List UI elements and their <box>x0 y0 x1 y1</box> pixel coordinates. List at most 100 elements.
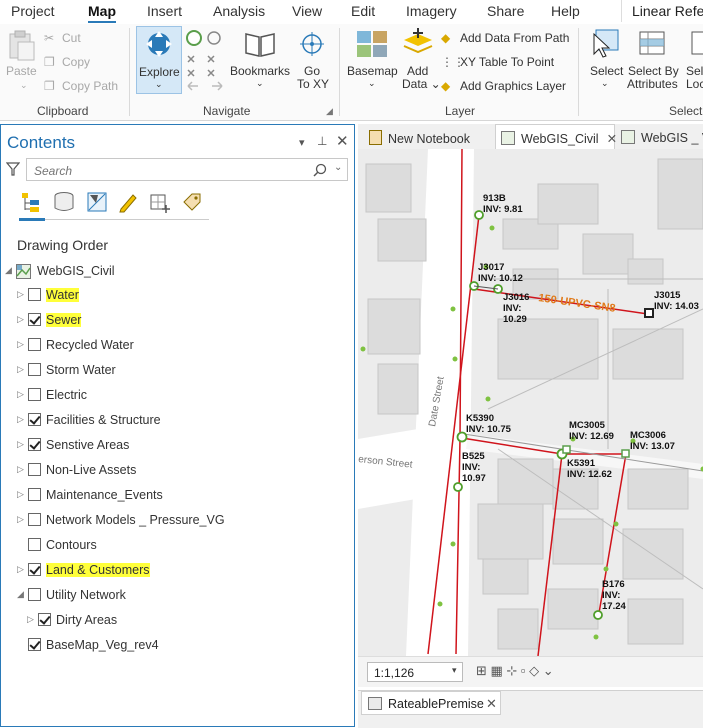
layer-row-sewer[interactable]: ▷Sewer <box>1 310 351 332</box>
layer-visibility-checkbox[interactable] <box>28 388 41 401</box>
menu-edit[interactable]: Edit <box>351 3 375 19</box>
go-to-xy-line1[interactable]: Go <box>304 64 320 78</box>
layer-visibility-checkbox[interactable] <box>28 313 41 326</box>
add-data-from-path-button[interactable]: Add Data From Path <box>460 31 569 45</box>
layer-visibility-checkbox[interactable] <box>28 438 41 451</box>
layer-row-electric[interactable]: ▷Electric <box>1 385 351 407</box>
zoom-tools-icons[interactable] <box>184 28 226 94</box>
expand-arrow-icon[interactable]: ▷ <box>17 489 24 500</box>
manhole-b176[interactable] <box>594 611 602 619</box>
map-canvas[interactable]: Date Street erson Street 150-UPVC-SN8 91… <box>358 149 703 656</box>
copy-path-button[interactable]: Copy Path <box>62 79 118 93</box>
search-input[interactable] <box>32 162 306 179</box>
menu-project[interactable]: Project <box>11 3 55 19</box>
pin-icon[interactable]: ⊥ <box>317 134 327 148</box>
menu-map[interactable]: Map <box>88 3 116 19</box>
xy-table-to-point-button[interactable]: XY Table To Point <box>460 55 554 69</box>
search-dropdown-icon[interactable]: ⌄ <box>334 162 342 173</box>
menu-view[interactable]: View <box>292 3 322 19</box>
expand-arrow-icon[interactable]: ▷ <box>17 389 24 400</box>
collapse-arrow-icon[interactable]: ◢ <box>17 589 24 600</box>
scale-dropdown-icon[interactable]: ▾ <box>452 665 457 676</box>
explore-button[interactable]: Explore ⌄ <box>136 26 182 94</box>
expand-arrow-icon[interactable]: ▷ <box>17 414 24 425</box>
tab-webgis-civil[interactable]: WebGIS_Civil✕ <box>495 124 615 149</box>
expand-arrow-icon[interactable]: ▷ <box>27 614 34 625</box>
select-dropdown-icon[interactable]: ⌄ <box>601 78 609 89</box>
expand-arrow-icon[interactable]: ▷ <box>17 314 24 325</box>
map-status-tools-icons[interactable]: ⊞ ▦ ⊹ ▫ ◇ ⌄ <box>476 663 554 679</box>
paste-button[interactable]: Paste <box>6 64 37 78</box>
select-by-location-line1[interactable]: Sele <box>686 64 703 78</box>
add-data-line1[interactable]: Add <box>407 64 428 78</box>
tab-close-icon[interactable]: ✕ <box>607 132 617 146</box>
node-mc3005[interactable] <box>563 446 570 453</box>
manhole-913b[interactable] <box>475 211 483 219</box>
layer-row-maintenance-events[interactable]: ▷Maintenance_Events <box>1 485 351 507</box>
layer-visibility-checkbox[interactable] <box>28 413 41 426</box>
menu-linear-referencing[interactable]: Linear Refer <box>621 0 703 22</box>
layer-visibility-checkbox[interactable] <box>28 588 41 601</box>
go-to-xy-line2[interactable]: To XY <box>297 77 329 91</box>
layer-row-storm-water[interactable]: ▷Storm Water <box>1 360 351 382</box>
expand-arrow-icon[interactable]: ▷ <box>17 364 24 375</box>
copy-button[interactable]: Copy <box>62 55 90 69</box>
menu-imagery[interactable]: Imagery <box>406 3 457 19</box>
expand-arrow-icon[interactable]: ▷ <box>17 514 24 525</box>
basemap-button[interactable]: Basemap <box>347 64 398 78</box>
select-by-attributes-line1[interactable]: Select By <box>628 64 679 78</box>
layer-row-network-models-pressure-vg[interactable]: ▷Network Models _ Pressure_VG <box>1 510 351 532</box>
menu-share[interactable]: Share <box>487 3 524 19</box>
search-icon[interactable] <box>313 163 327 177</box>
map-view[interactable]: Date Street erson Street 150-UPVC-SN8 91… <box>358 149 703 656</box>
add-data-line2[interactable]: Data ⌄ <box>402 77 441 91</box>
collapse-arrow-icon[interactable]: ◢ <box>5 265 12 276</box>
expand-arrow-icon[interactable]: ▷ <box>17 564 24 575</box>
layer-row-senstive-areas[interactable]: ▷Senstive Areas <box>1 435 351 457</box>
close-icon[interactable]: ✕ <box>336 132 349 150</box>
layer-visibility-checkbox[interactable] <box>38 613 51 626</box>
list-by-labeling-icon[interactable] <box>181 191 203 213</box>
basemap-dropdown-icon[interactable]: ⌄ <box>368 78 376 89</box>
layer-row-water[interactable]: ▷Water <box>1 285 351 307</box>
layer-visibility-checkbox[interactable] <box>28 288 41 301</box>
layer-visibility-checkbox[interactable] <box>28 563 41 576</box>
expand-arrow-icon[interactable]: ▷ <box>17 439 24 450</box>
pane-options-icon[interactable]: ▾ <box>299 136 305 149</box>
select-by-attributes-line2[interactable]: Attributes <box>627 77 678 91</box>
bookmarks-dropdown-icon[interactable]: ⌄ <box>256 78 264 89</box>
layer-visibility-checkbox[interactable] <box>28 513 41 526</box>
paste-dropdown-icon[interactable]: ⌄ <box>20 80 28 91</box>
cut-button[interactable]: Cut <box>62 31 81 45</box>
tab-new-notebook[interactable]: New Notebook <box>361 124 495 149</box>
menu-analysis[interactable]: Analysis <box>213 3 265 19</box>
list-by-editing-icon[interactable] <box>117 191 139 213</box>
expand-arrow-icon[interactable]: ▷ <box>17 289 24 300</box>
scale-selector[interactable]: 1:1,126 ▾ <box>367 662 463 682</box>
list-by-selection-icon[interactable] <box>86 191 108 213</box>
select-button[interactable]: Select <box>590 64 623 78</box>
layer-visibility-checkbox[interactable] <box>28 538 41 551</box>
navigate-launcher-icon[interactable]: ◢ <box>326 106 333 117</box>
list-by-snapping-icon[interactable] <box>149 191 173 213</box>
add-graphics-layer-button[interactable]: Add Graphics Layer <box>460 79 566 93</box>
menu-insert[interactable]: Insert <box>147 3 182 19</box>
node-mc3006[interactable] <box>622 450 629 457</box>
expand-arrow-icon[interactable]: ▷ <box>17 339 24 350</box>
tab-webgis-ve[interactable]: WebGIS _ Ve <box>617 124 703 149</box>
layer-visibility-checkbox[interactable] <box>28 638 41 651</box>
layer-row-non-live-assets[interactable]: ▷Non-Live Assets <box>1 460 351 482</box>
expand-arrow-icon[interactable]: ▷ <box>17 464 24 475</box>
map-node[interactable]: ◢ WebGIS_Civil <box>1 261 351 283</box>
node-j3015[interactable] <box>645 309 653 317</box>
explore-dropdown-icon[interactable]: ⌄ <box>155 79 163 90</box>
list-by-data-source-icon[interactable] <box>53 191 75 213</box>
layer-row-dirty-areas[interactable]: ▷Dirty Areas <box>1 610 351 632</box>
layer-visibility-checkbox[interactable] <box>28 463 41 476</box>
layer-row-contours[interactable]: Contours <box>1 535 351 557</box>
bookmarks-button[interactable]: Bookmarks <box>230 64 290 78</box>
tab-rateable-premise[interactable]: RateablePremise ✕ <box>361 691 501 715</box>
layer-row-utility-network[interactable]: ◢Utility Network <box>1 585 351 607</box>
layer-row-basemap-veg-rev4[interactable]: BaseMap_Veg_rev4 <box>1 635 351 657</box>
filter-icon[interactable] <box>6 162 20 176</box>
